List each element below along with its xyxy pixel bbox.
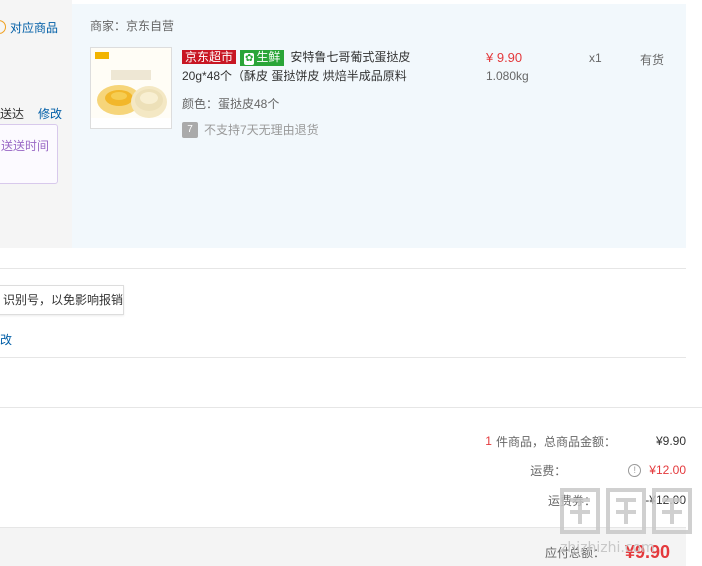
shipping-coupon-row: 运费券： -¥12.00	[548, 491, 686, 509]
section-divider	[0, 268, 686, 269]
merchant-name: 商家：京东自营	[90, 19, 175, 33]
product-title[interactable]: 京东超市 ✿ 生鲜 安特鲁七哥葡式蛋挞皮20g*48个（酥皮 蛋挞饼皮 烘焙半成品原料	[182, 48, 442, 86]
shipping-row: 运费： ! ¥12.00	[530, 461, 686, 479]
goods-total-row: 1 件商品，总商品金额： ¥9.90	[485, 432, 686, 450]
return-policy-icon: 7	[182, 121, 198, 138]
product-weight: 1.080kg	[486, 69, 529, 83]
payable-bar: 应付总额： ¥9.90	[0, 527, 686, 566]
product-thumbnail[interactable]	[90, 47, 172, 129]
fresh-tag: ✿ 生鲜	[240, 50, 285, 66]
shipping-value: ¥12.00	[649, 463, 686, 477]
invoice-modify-link[interactable]: 改	[0, 331, 12, 348]
product-spec: 颜色：蛋挞皮48个	[182, 97, 280, 111]
product-price: ¥ 9.90	[486, 50, 523, 65]
fish-icon: ✿	[244, 53, 255, 65]
shipping-coupon-value: -¥12.00	[645, 493, 686, 507]
fresh-tag-label: 生鲜	[256, 50, 281, 64]
match-goods-label: 对应商品	[10, 20, 59, 35]
no-return-text: 不支持7天无理由退货	[204, 123, 319, 137]
payable-amount: ¥9.90	[624, 542, 670, 562]
no-return-notice: 7 不支持7天无理由退货	[182, 121, 319, 138]
goods-total-label: 件商品，总商品金额：	[495, 434, 616, 449]
shipping-label: 运费：	[530, 463, 567, 478]
section-divider	[0, 407, 702, 408]
delivery-time-box[interactable]: 送送时间	[0, 124, 58, 184]
delivery-column: 对应商品 送达 修改 送送时间	[0, 0, 72, 248]
shipping-coupon-label: 运费券：	[547, 493, 596, 508]
match-goods-link[interactable]: 对应商品	[0, 17, 58, 37]
product-quantity: x1	[589, 51, 602, 65]
info-icon[interactable]: !	[628, 463, 642, 477]
payable-label: 应付总额：	[544, 546, 605, 560]
shop-panel: 商家：京东自营 京东超市 ✿ 生鲜 安特鲁七哥葡式蛋挞皮20g*48个（酥皮 蛋挞饼皮…	[72, 4, 686, 248]
payable-total: 应付总额： ¥9.90	[545, 542, 670, 563]
match-goods-icon	[0, 20, 6, 34]
invoice-tooltip: 识别号，以免影响报销	[0, 285, 124, 315]
goods-total-value: ¥9.90	[655, 434, 686, 448]
stock-status: 有货	[640, 53, 665, 67]
delivery-modify-link[interactable]: 修改	[38, 105, 62, 122]
delivery-label: 送达	[0, 107, 25, 121]
section-divider	[0, 357, 686, 358]
delivery-row: 送达 修改	[0, 105, 62, 122]
jd-supermarket-tag: 京东超市	[182, 50, 237, 64]
item-count: 1	[485, 434, 492, 448]
